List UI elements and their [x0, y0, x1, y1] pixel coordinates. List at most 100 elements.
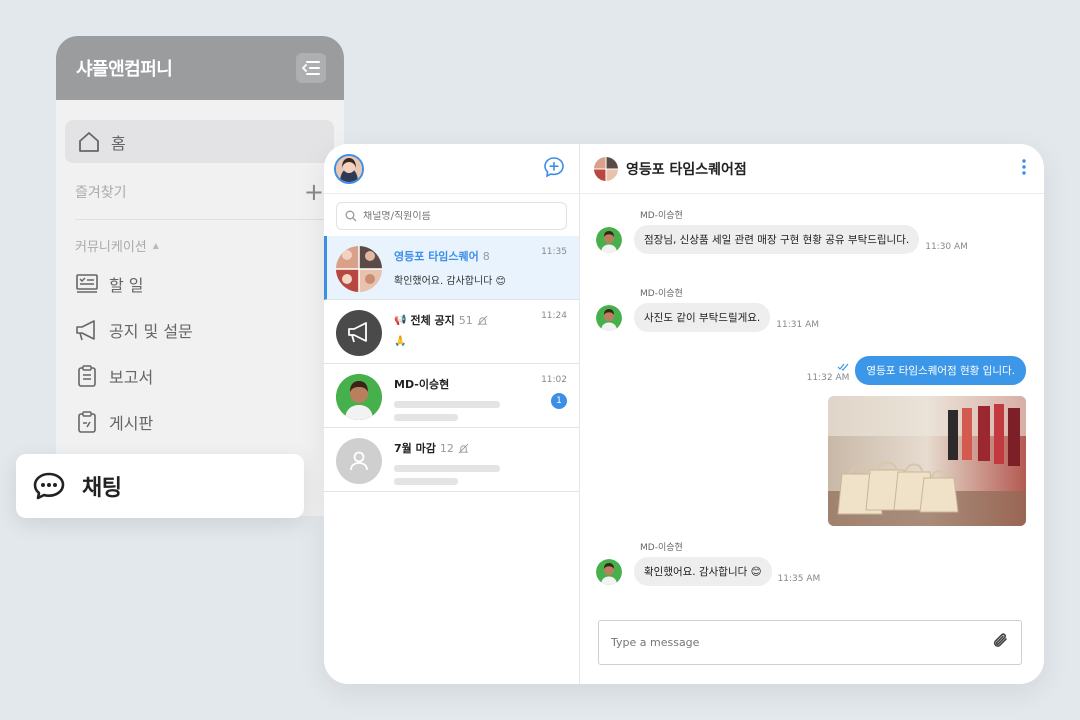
- message-composer[interactable]: [598, 620, 1022, 665]
- divider: [75, 219, 324, 220]
- room-name: 7월 마감: [394, 442, 436, 455]
- sender-name: MD-이승현: [640, 543, 683, 553]
- paperclip-icon: [993, 632, 1007, 647]
- sidebar-item-label: 보고서: [109, 368, 154, 387]
- caret-up-icon: ▲: [152, 241, 159, 250]
- sender-avatar: [596, 559, 622, 585]
- sidebar-item-todo[interactable]: 할 일: [75, 267, 344, 301]
- message-bubble: 확인했어요. 감사합니다 😊: [634, 557, 772, 586]
- sender-name: MD-이승현: [640, 289, 683, 299]
- room-name: 영등포 타임스퀘어: [394, 250, 479, 263]
- conversation-pane: 영등포 타임스퀘어점 MD-이승현 점장님, 신상품 세일 관련 매장 구현 현…: [580, 144, 1044, 684]
- sender-avatar: [596, 227, 622, 253]
- megaphone-icon: [75, 318, 99, 342]
- sidebar-item-label: 할 일: [109, 276, 144, 295]
- sender-avatar: [596, 305, 622, 331]
- sidebar-item-chat[interactable]: 채팅: [16, 454, 304, 518]
- profile-avatar[interactable]: [334, 153, 364, 184]
- section-label: 커뮤니케이션: [75, 240, 147, 255]
- conversation-title: 영등포 타임스퀘어점: [626, 161, 747, 178]
- mute-bell-icon: [458, 443, 469, 453]
- megaphone-icon: [348, 322, 367, 343]
- read-check-icon: [837, 363, 849, 371]
- room-time: 11:35: [541, 247, 567, 257]
- attach-button[interactable]: [991, 631, 1011, 655]
- sidebar-item-notice[interactable]: 공지 및 설문: [75, 313, 344, 347]
- search-box[interactable]: [336, 202, 567, 230]
- chat-label: 채팅: [82, 476, 122, 501]
- room-list-toolbar: [324, 144, 579, 194]
- megaphone-icon: 📢: [394, 314, 407, 326]
- room-item[interactable]: 7월 마감 12: [324, 428, 579, 492]
- room-avatar: [594, 156, 618, 181]
- mute-bell-icon: [477, 315, 488, 325]
- last-message: 확인했어요. 감사합니다 😊: [394, 276, 506, 287]
- sidebar-item-home[interactable]: 홈: [65, 120, 334, 163]
- message-bubble: 점장님, 신상품 세일 관련 매장 구현 현황 공유 부탁드립니다.: [634, 225, 920, 254]
- message-bubble: 영등포 타임스퀘어점 현황 입니다.: [855, 356, 1026, 385]
- home-icon: [79, 131, 99, 152]
- menu-collapse-icon: [302, 61, 320, 75]
- message-bubble: 사진도 같이 부탁드릴게요.: [634, 303, 771, 332]
- sidebar: 샤플앤컴퍼니 홈 즐겨찾기 + 커뮤니케이션 ▲ 할 일 공지 및 설문 보고서…: [56, 36, 344, 516]
- company-name: 샤플앤컴퍼니: [76, 59, 173, 80]
- photo-attachment[interactable]: [828, 396, 1026, 526]
- message-placeholder: [394, 414, 458, 421]
- message-group: MD-이승현 점장님, 신상품 세일 관련 매장 구현 현황 공유 부탁드립니다…: [596, 208, 968, 254]
- notice-avatar: [336, 310, 382, 356]
- sidebar-item-label: 게시판: [109, 414, 154, 433]
- message-time: 11:31 AM: [776, 320, 820, 330]
- message-group: MD-이승현 확인했어요. 감사합니다 😊 11:35 AM: [596, 540, 820, 586]
- message-input[interactable]: [611, 636, 951, 649]
- room-item[interactable]: 영등포 타임스퀘어 8 확인했어요. 감사합니다 😊 11:35: [324, 236, 579, 300]
- board-icon: [75, 410, 99, 434]
- message-placeholder: [394, 478, 458, 485]
- room-name: 전체 공지: [410, 314, 455, 327]
- collapse-menu-button[interactable]: [296, 53, 326, 83]
- room-item[interactable]: 📢 전체 공지 51 🙏 11:24: [324, 300, 579, 364]
- chat-window: 영등포 타임스퀘어8 확인했어요. 감사합니다 😊 11:35 📢 전체 공지 …: [324, 144, 1044, 684]
- room-list-pane: 영등포 타임스퀘어8 확인했어요. 감사합니다 😊 11:35 📢 전체 공지 …: [324, 144, 580, 684]
- report-icon: [75, 364, 99, 388]
- sidebar-header: 샤플앤컴퍼니: [56, 36, 344, 100]
- room-item[interactable]: MD-이승현 11:02 1: [324, 364, 579, 428]
- favorites-row: 즐겨찾기 +: [75, 179, 324, 205]
- last-message: 🙏: [394, 336, 407, 347]
- message-time: 11:32 AM: [806, 373, 850, 383]
- new-chat-icon: [544, 156, 564, 177]
- user-avatar: [336, 374, 382, 420]
- sidebar-item-board[interactable]: 게시판: [75, 405, 344, 439]
- unread-badge: 1: [551, 393, 567, 409]
- member-count: 51: [458, 313, 473, 327]
- search-input[interactable]: [363, 210, 553, 222]
- room-time: 11:24: [541, 311, 567, 321]
- group-avatar: [336, 246, 382, 292]
- sidebar-item-label: 홈: [111, 133, 126, 153]
- todo-icon: [75, 272, 99, 296]
- favorites-label: 즐겨찾기: [75, 185, 127, 201]
- room-time: 11:02: [541, 375, 567, 385]
- conversation-header: 영등포 타임스퀘어점: [580, 144, 1044, 194]
- more-options-button[interactable]: [1022, 158, 1026, 179]
- section-communication[interactable]: 커뮤니케이션 ▲: [75, 236, 344, 255]
- member-count: 12: [439, 441, 454, 455]
- message-placeholder: [394, 401, 500, 408]
- default-avatar: [336, 438, 382, 484]
- sidebar-item-report[interactable]: 보고서: [75, 359, 344, 393]
- message-time: 11:35 AM: [777, 574, 821, 584]
- chat-bubble-icon: [33, 472, 65, 500]
- add-favorite-button[interactable]: +: [304, 180, 324, 204]
- sidebar-item-label: 공지 및 설문: [109, 322, 193, 341]
- message-time: 11:30 AM: [925, 242, 968, 252]
- member-count: 8: [482, 249, 490, 263]
- my-message: 11:32 AM 영등포 타임스퀘어점 현황 입니다.: [807, 356, 1026, 385]
- person-icon: [350, 451, 368, 471]
- search-icon: [345, 210, 357, 222]
- message-placeholder: [394, 465, 500, 472]
- room-name: MD-이승현: [394, 378, 450, 391]
- message-group: MD-이승현 사진도 같이 부탁드릴게요. 11:31 AM: [596, 286, 819, 332]
- message-meta: 11:32 AM: [806, 363, 850, 385]
- sender-name: MD-이승현: [640, 211, 683, 221]
- new-chat-button[interactable]: [543, 156, 565, 182]
- more-vertical-icon: [1022, 158, 1026, 175]
